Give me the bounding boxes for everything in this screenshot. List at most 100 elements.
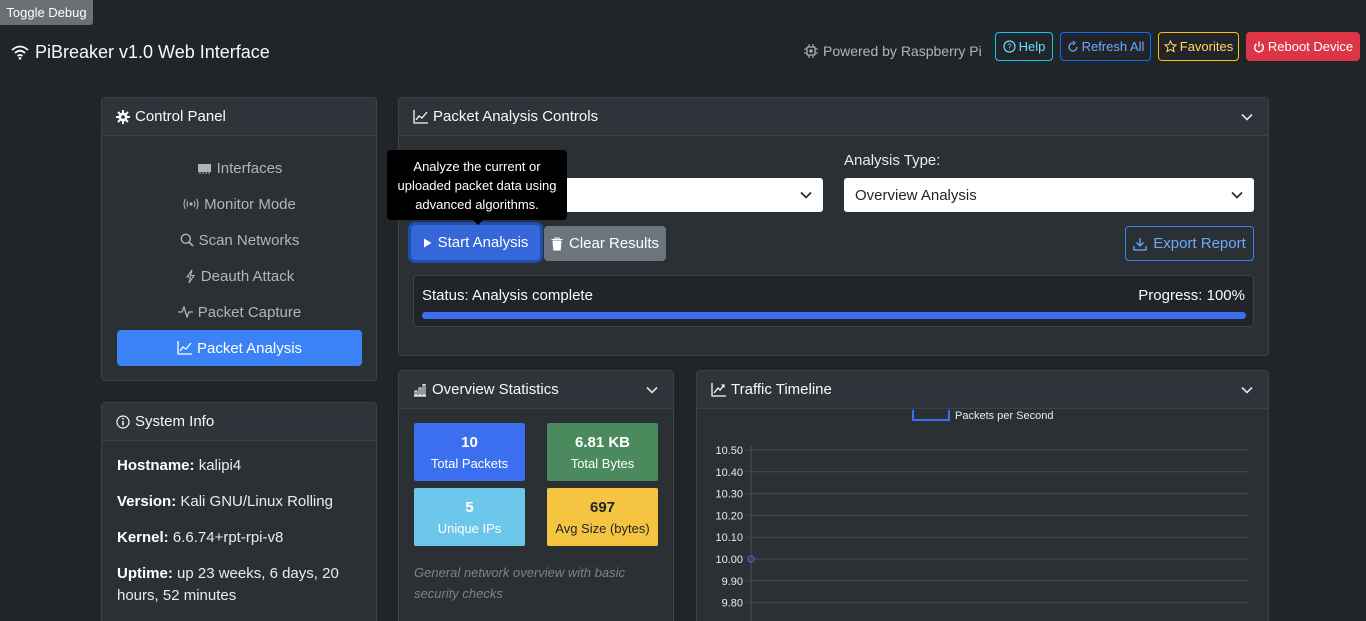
chevron-down-icon[interactable] (1240, 110, 1254, 124)
start-analysis-tooltip: Analyze the current or uploaded packet d… (387, 150, 567, 220)
powered-by-text: Powered by Raspberry Pi (823, 43, 982, 59)
stat-unique-ips: 5 Unique IPs (414, 488, 525, 546)
y-tick-label: 10.40 (715, 467, 743, 479)
info-icon (116, 414, 130, 429)
progress-bar (422, 312, 1246, 319)
broadcast-icon (183, 198, 199, 210)
help-label: Help (1018, 39, 1046, 54)
bar-chart-icon (414, 383, 426, 397)
sidebar-item-label: Packet Analysis (196, 339, 303, 357)
legend-swatch (912, 410, 950, 421)
y-tick-label: 10.50 (715, 445, 743, 457)
chevron-down-icon (1231, 191, 1243, 199)
graph-icon (413, 109, 428, 124)
wifi-icon (11, 45, 29, 60)
refresh-icon (1067, 40, 1078, 52)
control-panel-card: Control Panel Interfaces Monitor Mode Sc… (101, 97, 377, 381)
play-icon (423, 238, 432, 247)
analysis-type-value: Overview Analysis (855, 186, 977, 204)
clear-results-label: Clear Results (568, 235, 660, 252)
app-title: PiBreaker v1.0 Web Interface (35, 41, 270, 62)
sidebar-item-interfaces[interactable]: Interfaces (117, 150, 362, 186)
ethernet-icon (197, 164, 211, 174)
version-row: Version: Kali GNU/Linux Rolling (117, 493, 333, 510)
help-button[interactable]: ? Help (995, 32, 1053, 61)
chevron-down-icon[interactable] (645, 383, 659, 397)
overview-statistics-header: Overview Statistics (399, 371, 673, 409)
gear-icon (116, 109, 130, 124)
sidebar-item-label: Scan Networks (198, 231, 300, 249)
sidebar-item-monitor-mode[interactable]: Monitor Mode (117, 186, 362, 222)
clear-results-button[interactable]: Clear Results (544, 226, 666, 261)
kernel-row: Kernel: 6.6.74+rpt-rpi-v8 (117, 529, 284, 546)
reboot-label: Reboot Device (1267, 39, 1354, 54)
y-tick-label: 10.30 (715, 489, 743, 501)
chevron-down-icon (800, 191, 812, 199)
y-tick-label: 10.10 (715, 532, 743, 544)
control-panel-header: Control Panel (102, 98, 376, 136)
traffic-timeline-header: Traffic Timeline (697, 371, 1268, 409)
reboot-device-button[interactable]: Reboot Device (1246, 32, 1360, 61)
traffic-timeline-title: Traffic Timeline (731, 381, 832, 398)
sidebar-item-label: Monitor Mode (204, 195, 296, 213)
activity-icon (177, 306, 193, 318)
toggle-debug-button[interactable]: Toggle Debug (0, 0, 93, 25)
sidebar-item-label: Interfaces (216, 159, 283, 177)
overview-statistics-card: Overview Statistics 10 Total Packets 6.8… (398, 370, 674, 621)
stat-total-packets: 10 Total Packets (414, 423, 525, 481)
download-icon (1133, 237, 1147, 251)
graph-icon (177, 341, 192, 355)
system-info-title: System Info (135, 413, 215, 430)
start-analysis-button[interactable]: Start Analysis (411, 225, 540, 260)
cpu-icon (804, 44, 818, 58)
power-icon (1253, 41, 1264, 52)
trash-icon (551, 236, 563, 250)
traffic-timeline-chart: Packets per Second 10.50 10.40 10.30 10.20 10… (715, 410, 1249, 621)
hostname-row: Hostname: kalipi4 (117, 457, 242, 474)
control-panel-title: Control Panel (135, 108, 226, 125)
search-icon (180, 233, 194, 247)
question-icon: ? (1003, 40, 1016, 53)
y-tick-label: 9.80 (722, 598, 743, 610)
favorites-label: Favorites (1179, 39, 1234, 54)
start-analysis-label: Start Analysis (437, 234, 529, 251)
progress-fill (422, 312, 1246, 319)
overview-statistics-title: Overview Statistics (432, 381, 559, 398)
trend-icon (711, 382, 726, 397)
chevron-down-icon[interactable] (1240, 383, 1254, 397)
favorites-button[interactable]: Favorites (1158, 32, 1239, 61)
analysis-type-label: Analysis Type: (844, 152, 941, 169)
y-tick-label: 10.00 (715, 554, 743, 566)
lightning-icon (185, 269, 195, 283)
refresh-all-button[interactable]: Refresh All (1060, 32, 1151, 61)
stat-total-bytes: 6.81 KB Total Bytes (547, 423, 658, 481)
sidebar-item-packet-analysis[interactable]: Packet Analysis (117, 330, 362, 366)
sidebar-item-scan-networks[interactable]: Scan Networks (117, 222, 362, 258)
packet-analysis-controls-card: Packet Analysis Controls Analysis Type: … (398, 97, 1269, 356)
system-info-header: System Info (102, 403, 376, 441)
sidebar-item-label: Deauth Attack (200, 267, 295, 285)
status-text: Status: Analysis complete (422, 287, 593, 304)
analysis-type-select[interactable]: Overview Analysis (844, 178, 1254, 212)
refresh-label: Refresh All (1081, 39, 1145, 54)
sidebar-item-packet-capture[interactable]: Packet Capture (117, 294, 362, 330)
progress-text: Progress: 100% (1138, 287, 1245, 304)
app-brand: PiBreaker v1.0 Web Interface (11, 40, 270, 64)
legend-label: Packets per Second (955, 410, 1053, 422)
packet-analysis-header: Packet Analysis Controls (399, 98, 1268, 136)
sidebar-item-deauth-attack[interactable]: Deauth Attack (117, 258, 362, 294)
overview-note: General network overview with basic secu… (414, 565, 625, 601)
packet-analysis-title: Packet Analysis Controls (433, 108, 599, 125)
status-panel: Status: Analysis complete Progress: 100% (413, 275, 1254, 327)
export-report-button[interactable]: Export Report (1125, 226, 1254, 261)
system-info-card: System Info Hostname: kalipi4 Version: K… (101, 402, 377, 621)
sidebar-item-label: Packet Capture (197, 303, 302, 321)
star-icon (1163, 40, 1177, 53)
export-report-label: Export Report (1153, 235, 1246, 252)
traffic-timeline-card: Traffic Timeline Packets per Second 10.50… (696, 370, 1269, 621)
stat-avg-size: 697 Avg Size (bytes) (547, 488, 658, 546)
powered-by: Powered by Raspberry Pi (804, 41, 982, 61)
svg-text:?: ? (1007, 43, 1012, 52)
tooltip-arrow (472, 219, 484, 225)
y-tick-label: 9.90 (722, 576, 743, 588)
